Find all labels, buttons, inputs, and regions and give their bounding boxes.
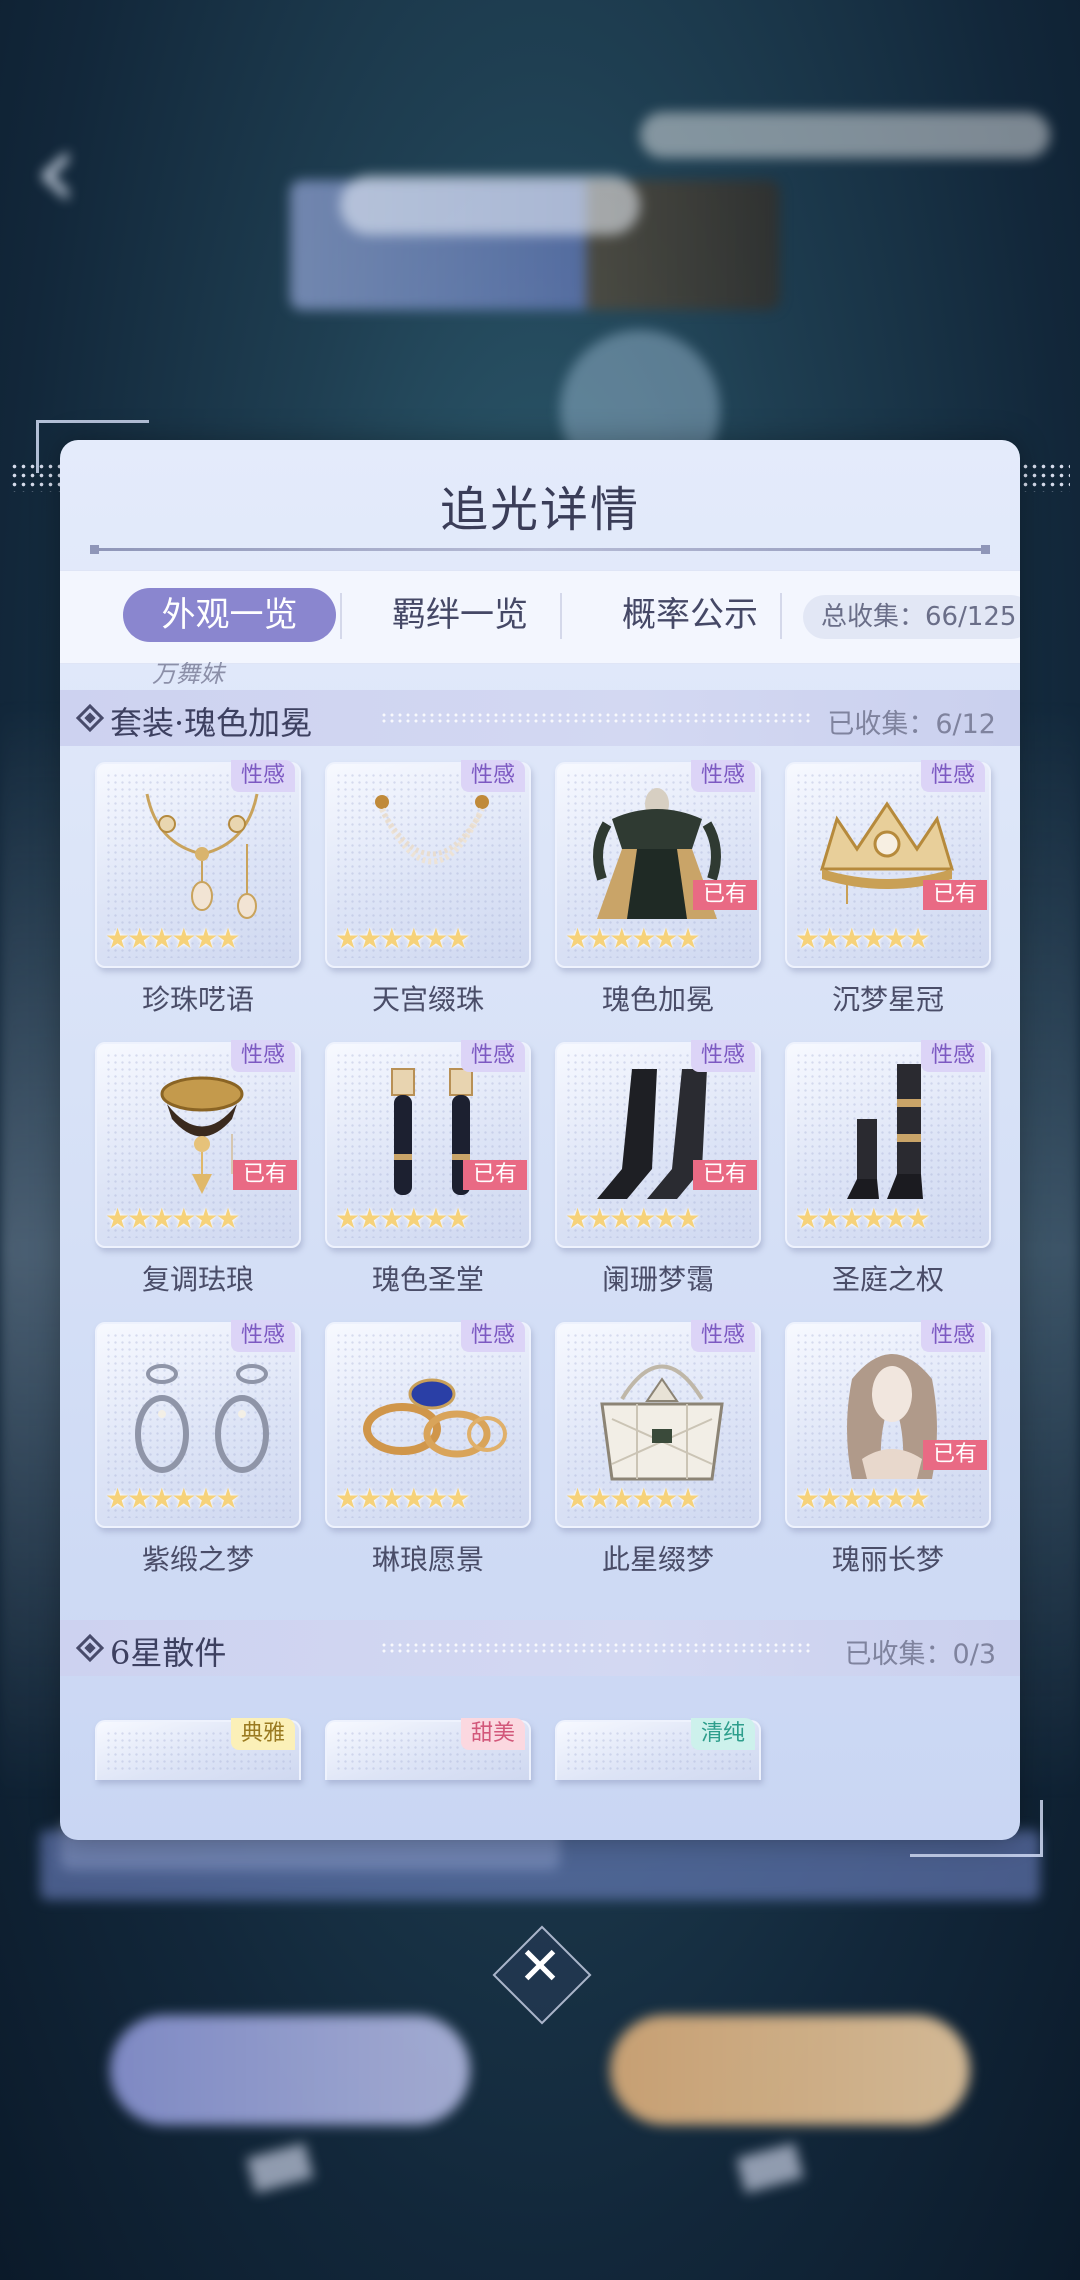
rarity-stars: ★★★★★★ (335, 922, 471, 955)
previous-item-name: 万舞妹 (152, 662, 224, 688)
style-tag: 性感 (230, 1040, 295, 1072)
style-tag: 性感 (230, 760, 295, 792)
diamond-icon (75, 1633, 105, 1663)
owned-badge: 已有 (692, 1160, 757, 1190)
item-name: 瑰丽长梦 (831, 1543, 944, 1576)
dots-decoration (1012, 462, 1070, 492)
style-tag: 典雅 (230, 1718, 295, 1750)
item-name: 瑰色加冕 (601, 983, 714, 1016)
item-name: 阑珊梦霭 (601, 1263, 714, 1296)
rarity-stars: ★★★★★★ (565, 922, 701, 955)
section-title: 套装·瑰色加冕 (110, 704, 313, 742)
rarity-stars: ★★★★★★ (795, 922, 931, 955)
owned-badge: 已有 (922, 880, 987, 910)
style-tag: 性感 (690, 760, 755, 792)
rarity-stars: ★★★★★★ (105, 1482, 241, 1515)
style-tag: 性感 (460, 1320, 525, 1352)
handbag-icon (600, 1364, 724, 1481)
style-tag: 性感 (460, 1040, 525, 1072)
event-banner (40, 1830, 1040, 1900)
item-name: 天宫缀珠 (371, 983, 484, 1016)
title-divider (90, 545, 990, 554)
item-name: 圣庭之权 (831, 1263, 944, 1296)
rarity-stars: ★★★★★★ (795, 1482, 931, 1515)
style-tag: 性感 (920, 760, 985, 792)
section-count: 已收集：6/12 (827, 709, 996, 740)
item-name: 此星缀梦 (601, 1543, 714, 1576)
owned-badge: 已有 (692, 880, 757, 910)
rarity-stars: ★★★★★★ (335, 1482, 471, 1515)
pearl-chain-icon (375, 795, 489, 865)
detail-panel: 追光详情 外观一览 羁绊一览 概率公示 总收集：66/125 万舞妹 套装·瑰色… (60, 440, 1020, 1840)
tab-probability[interactable]: 概率公示 (570, 588, 810, 642)
total-collected: 总收集：66/125 (803, 595, 1020, 639)
owned-badge: 已有 (922, 1440, 987, 1470)
item-scroll-list[interactable]: 万舞妹 套装·瑰色加冕 已收集：6/12 ★★★★★★ 性感 珍珠呓语 ★★★★… (60, 662, 1020, 1840)
section-header-single: 6星散件 已收集：0/3 (60, 1620, 1020, 1676)
draw-ten-button (610, 2015, 970, 2125)
style-tag: 性感 (230, 1320, 295, 1352)
rarity-stars: ★★★★★★ (565, 1482, 701, 1515)
item-name: 琳琅愿景 (371, 1543, 484, 1576)
rarity-stars: ★★★★★★ (335, 1202, 471, 1235)
back-arrow-icon[interactable]: ‹ (34, 115, 104, 230)
section-title: 6星散件 (110, 1634, 227, 1672)
tab-bar: 外观一览 羁绊一览 概率公示 总收集：66/125 (60, 570, 1020, 664)
currency-bar (640, 112, 1050, 158)
owned-badge: 已有 (462, 1160, 527, 1190)
style-tag: 性感 (920, 1040, 985, 1072)
section-count: 已收集：0/3 (844, 1639, 996, 1670)
owned-badge: 已有 (232, 1160, 297, 1190)
rarity-stars: ★★★★★★ (565, 1202, 701, 1235)
close-icon[interactable]: ✕ (507, 1934, 573, 2000)
item-name: 紫缎之梦 (141, 1543, 254, 1576)
style-tag: 性感 (690, 1040, 755, 1072)
panel-title: 追光详情 (439, 482, 640, 538)
item-name: 瑰色圣堂 (371, 1263, 484, 1296)
rings-icon (363, 1378, 507, 1458)
style-tag: 清纯 (690, 1718, 755, 1750)
rarity-stars: ★★★★★★ (795, 1202, 931, 1235)
item-name: 复调珐琅 (141, 1263, 254, 1296)
tab-appearance[interactable]: 外观一览 (123, 588, 336, 642)
style-tag: 性感 (920, 1320, 985, 1352)
draw-once-button (110, 2015, 470, 2125)
necklace-icon (145, 793, 259, 919)
tab-bonds[interactable]: 羁绊一览 (360, 588, 560, 642)
style-tag: 甜美 (460, 1718, 525, 1750)
rarity-stars: ★★★★★★ (105, 922, 241, 955)
diamond-icon (75, 703, 105, 733)
item-name: 沉梦星冠 (831, 983, 944, 1016)
item-name: 珍珠呓语 (141, 983, 254, 1016)
boots-icon (847, 1064, 923, 1199)
bracelets-icon (135, 1364, 269, 1473)
section-header-suit: 套装·瑰色加冕 已收集：6/12 (60, 690, 1020, 746)
style-tag: 性感 (460, 760, 525, 792)
rarity-stars: ★★★★★★ (105, 1202, 241, 1235)
style-tag: 性感 (690, 1320, 755, 1352)
